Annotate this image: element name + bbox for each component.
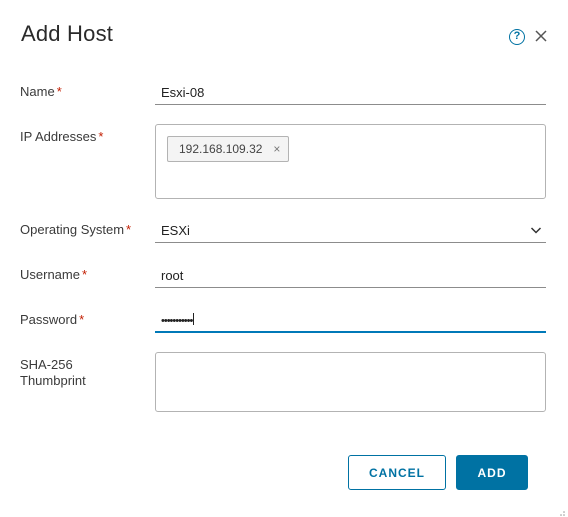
help-icon[interactable]: ? bbox=[509, 29, 525, 45]
name-value: Esxi-08 bbox=[161, 85, 205, 100]
password-input[interactable]: ••••••••••• bbox=[155, 307, 546, 333]
add-host-dialog: Add Host ? Name * Esxi-08 IP Addresses * 1… bbox=[0, 0, 568, 517]
add-button[interactable]: ADD bbox=[456, 455, 528, 490]
thumbprint-input[interactable] bbox=[155, 352, 546, 412]
dialog-title: Add Host bbox=[21, 21, 114, 46]
thumbprint-label: SHA-256 Thumbprint bbox=[20, 357, 86, 389]
name-input[interactable]: Esxi-08 bbox=[155, 79, 546, 105]
password-value-wrap: ••••••••••• bbox=[161, 313, 195, 327]
name-label: Name * bbox=[20, 84, 62, 100]
ip-chip: 192.168.109.32 × bbox=[167, 136, 290, 162]
required-marker: * bbox=[81, 267, 88, 282]
operating-system-label: Operating System * bbox=[20, 222, 131, 238]
operating-system-select[interactable]: ESXi bbox=[155, 217, 546, 243]
required-marker: * bbox=[79, 312, 85, 327]
chevron-down-icon bbox=[530, 223, 542, 235]
operating-system-value: ESXi bbox=[161, 223, 190, 238]
close-icon[interactable] bbox=[534, 28, 548, 44]
cancel-button[interactable]: CANCEL bbox=[348, 455, 446, 490]
thumbprint-label-line2: Thumbprint bbox=[20, 373, 86, 388]
name-label-text: Name bbox=[20, 84, 55, 99]
ip-addresses-input[interactable]: 192.168.109.32 × bbox=[155, 124, 546, 199]
text-caret bbox=[193, 313, 195, 325]
username-value: root bbox=[161, 268, 184, 283]
operating-system-label-text: Operating System bbox=[20, 222, 125, 237]
ip-chip-label: 192.168.109.32 bbox=[179, 142, 263, 156]
thumbprint-label-line1: SHA-256 bbox=[20, 357, 73, 372]
resize-handle-icon[interactable] bbox=[557, 506, 565, 516]
password-label: Password * bbox=[20, 312, 84, 328]
ip-addresses-label: IP Addresses * bbox=[20, 129, 103, 145]
password-label-text: Password bbox=[20, 312, 78, 327]
password-value: ••••••••••• bbox=[161, 315, 193, 327]
required-marker: * bbox=[98, 129, 104, 144]
required-marker: * bbox=[126, 222, 132, 237]
ip-addresses-label-text: IP Addresses bbox=[20, 129, 97, 144]
chip-remove-icon[interactable]: × bbox=[273, 142, 280, 156]
username-label: Username * bbox=[20, 267, 87, 283]
required-marker: * bbox=[56, 84, 62, 99]
username-input[interactable]: root bbox=[155, 262, 546, 288]
username-label-text: Username bbox=[20, 267, 80, 282]
